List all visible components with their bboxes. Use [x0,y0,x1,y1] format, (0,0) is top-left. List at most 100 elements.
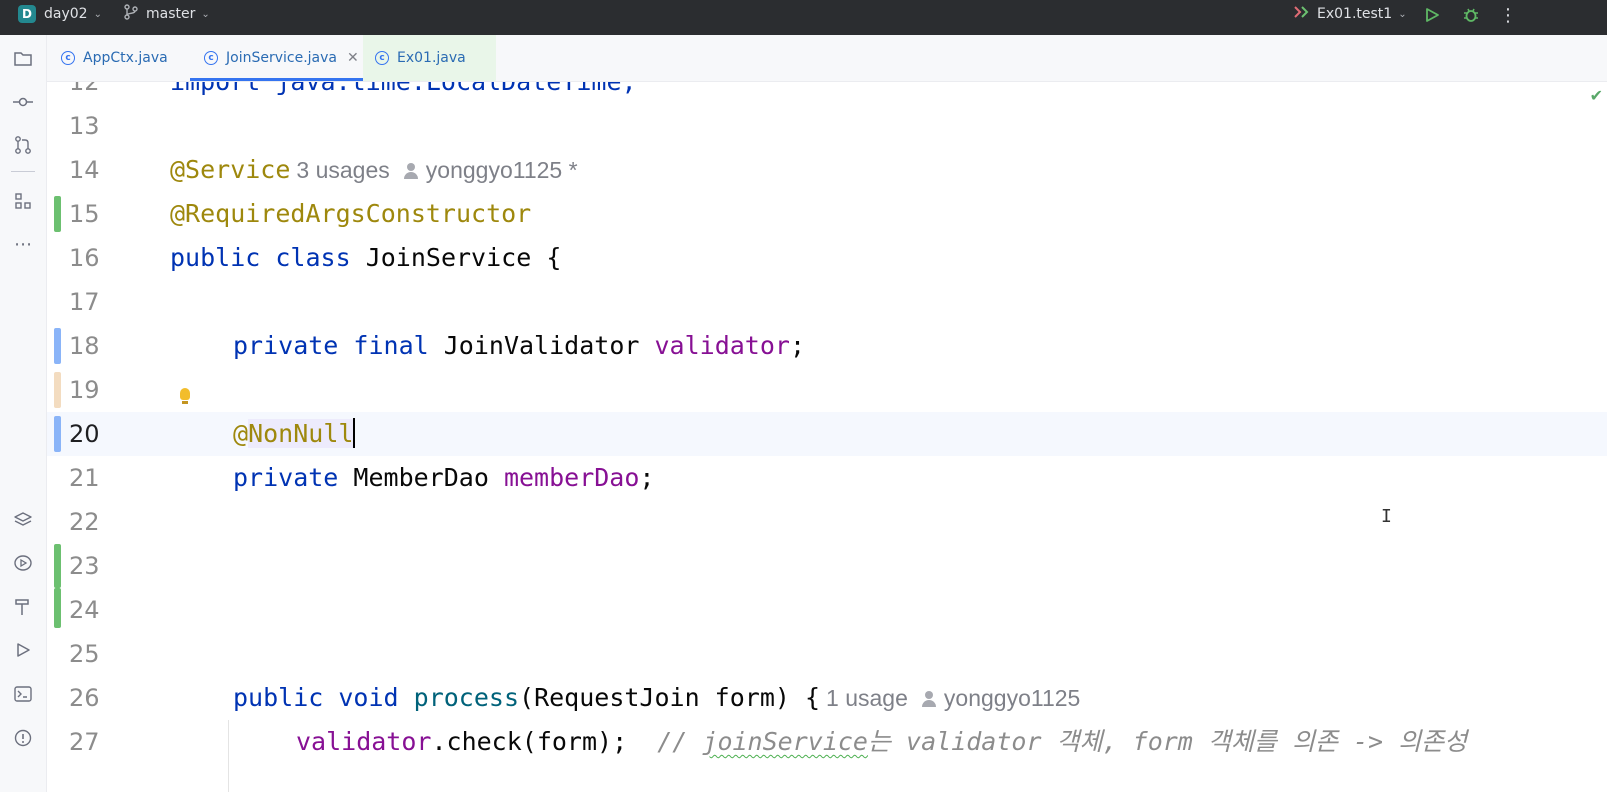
toolbar-divider [11,171,35,172]
keyword: private [233,331,339,360]
git-branch-icon [124,4,138,24]
field-name: validator [296,727,432,756]
run-button[interactable] [1420,4,1444,26]
code-line: 22 [47,500,1607,544]
field-name: validator [654,331,790,360]
type-name: MemberDao [353,463,489,492]
keyword: private [233,463,339,492]
lightbulb-icon[interactable] [180,388,190,404]
line-number: 15 [69,200,100,228]
tab-appctx[interactable]: c AppCtx.java [61,35,168,81]
method-call: .check(form); [431,727,628,756]
editor-tabs: c AppCtx.java c JoinService.java ✕ c Ex0… [47,35,1607,82]
class-icon: c [61,51,75,65]
author-hint[interactable]: yonggyo1125 * [426,157,578,183]
code-line: 27 validator.check(form); // joinService… [47,720,1607,764]
build-hammer-icon[interactable] [11,595,35,619]
terminal-icon[interactable] [11,682,35,706]
line-number: 18 [69,332,100,360]
code-line: 25 [47,632,1607,676]
run-tool-icon[interactable] [11,638,35,662]
line-number: 22 [69,508,100,536]
keyword: void [338,683,399,712]
pull-requests-icon[interactable] [11,133,35,157]
commit-icon[interactable] [11,90,35,114]
code-line: 26 public void process(RequestJoin form)… [47,676,1607,720]
type-name: JoinValidator [443,331,640,360]
keyword: public [233,683,324,712]
user-icon [403,163,418,179]
code-line: 18 private final JoinValidator validator… [47,324,1607,368]
line-number: 26 [69,684,100,712]
structure-icon[interactable] [11,189,35,213]
more-tools-icon[interactable]: ⋯ [11,232,35,256]
line-number: 27 [69,728,100,756]
close-icon[interactable]: ✕ [347,50,359,66]
line-number: 19 [69,376,100,404]
line-number: 13 [69,112,100,140]
usages-hint[interactable]: 3 usages [296,157,389,183]
code-line: 13 [47,104,1607,148]
vcs-modified-marker[interactable] [54,416,61,452]
keyword: class [275,243,351,272]
code-line: 23 [47,544,1607,588]
line-number: 25 [69,640,100,668]
vcs-added-marker[interactable] [54,544,61,588]
run-config-label: Ex01.test1 [1317,6,1393,22]
typo-word: joinService [702,727,868,756]
services-icon[interactable] [11,551,35,575]
tab-label: JoinService.java [226,50,337,66]
method-name: process [413,683,520,712]
code-line: 16 public class JoinService { [47,236,1607,280]
code-line: 19 [47,368,1607,412]
project-name: day02 [44,6,88,22]
annotation: @RequiredArgsConstructor [170,199,532,228]
annotation-highlighted: NonNull [248,419,354,448]
line-number: 17 [69,288,100,316]
vcs-modified-marker[interactable] [54,328,61,364]
class-name: JoinService [365,243,532,272]
tab-joinservice[interactable]: c JoinService.java ✕ [190,35,377,81]
method-params: (RequestJoin form) { [519,683,821,712]
chevron-down-icon: ⌄ [201,8,210,20]
line-number: 14 [69,156,100,184]
code-line: 21 private MemberDao memberDao; [47,456,1607,500]
line-number: 16 [69,244,100,272]
usages-hint[interactable]: 1 usage [826,685,908,711]
user-icon [921,691,936,707]
code-line-current: 20 @NonNull [47,412,1607,456]
run-config-selector[interactable]: Ex01.test1 ⌄ [1293,0,1407,28]
main-toolbar: D day02 ⌄ master ⌄ Ex01.test1 ⌄ ⋮ [0,0,1607,35]
author-hint[interactable]: yonggyo1125 [944,685,1080,711]
code-line: 15 @RequiredArgsConstructor [47,192,1607,236]
tool-window-bar: ⋯ [0,35,47,792]
test-class-icon: c [375,51,389,65]
field-name: memberDao [503,463,640,492]
code-line: 14 @Service 3 usages yonggyo1125 * [47,148,1607,192]
more-actions-icon[interactable]: ⋮ [1496,4,1520,26]
branch-name: master [146,6,196,22]
problems-icon[interactable] [11,726,35,750]
debug-button[interactable] [1459,4,1483,26]
project-selector[interactable]: D day02 ⌄ [18,0,102,28]
code-editor[interactable]: ✔ 12 import java.time.LocalDateTime; 13 … [47,82,1607,792]
comment: // joinService는 validator 객체, form 객체를 의… [657,727,1468,756]
chevron-down-icon: ⌄ [1398,8,1407,20]
folder-icon[interactable] [11,47,35,71]
vcs-marker[interactable] [54,372,61,408]
bug-icon [1464,8,1478,22]
layers-icon[interactable] [11,508,35,532]
mouse-cursor-ibeam: I [1381,506,1392,527]
vcs-added-marker[interactable] [54,588,61,628]
line-number: 21 [69,464,100,492]
annotation: @Service [170,155,291,184]
keyword: final [353,331,429,360]
vcs-added-marker[interactable] [54,196,61,232]
code-text: import java.time.LocalDateTime; [170,82,637,104]
line-number: 20 [69,420,100,448]
branch-selector[interactable]: master ⌄ [124,0,210,28]
tab-ex01[interactable]: c Ex01.java [363,35,496,81]
brace: { [531,243,562,272]
chevron-down-icon: ⌄ [93,8,102,20]
